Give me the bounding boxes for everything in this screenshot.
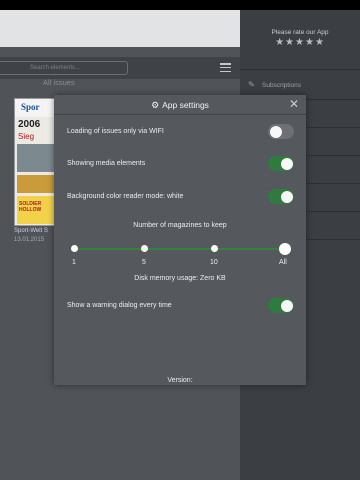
menu-icon[interactable] [220,63,231,73]
cover-photo [17,144,57,172]
slider-track-fill [74,248,286,250]
search-input[interactable]: Search elements… [0,61,128,75]
search-placeholder: Search elements… [30,65,82,71]
slider-label-5: 5 [142,259,146,266]
setting-background-white: Background color reader mode: white [54,187,306,209]
background-white-toggle[interactable] [268,189,294,204]
pencil-icon: ✎ [248,80,255,89]
cover-banner: SOLDIER HOLLOW [17,196,57,224]
close-icon[interactable]: ✕ [289,98,299,110]
version-text: Version: [167,377,193,384]
dialog-title: ⚙ App settings [54,100,306,111]
keep-magazines-slider[interactable] [71,243,291,255]
media-elements-toggle[interactable] [268,156,294,171]
slider-stop-10[interactable] [211,245,218,252]
issue-cover[interactable]: Spor 2006 Sieg SOLDIER HOLLOW [14,98,58,226]
cover-masthead: Spor [21,102,40,112]
setting-label: Show a warning dialog every time [67,302,172,309]
dialog-title-text: App settings [162,100,209,110]
slider-stop-5[interactable] [141,245,148,252]
setting-wifi-only: Loading of issues only via WIFI [54,122,306,144]
rate-app-section[interactable]: Please rate our App ★★★★★ [240,10,360,70]
slider-thumb-all[interactable] [279,243,291,255]
setting-label: Showing media elements [67,160,146,167]
status-bar [0,0,360,10]
rate-app-text: Please rate our App [271,29,329,36]
setting-label: Loading of issues only via WIFI [67,128,164,135]
cover-banner-text: SOLDIER HOLLOW [19,201,42,213]
issue-date: 13.01.2015 [14,237,45,243]
gear-icon: ⚙ [151,100,160,110]
cover-subheadline: Sieg [18,132,35,141]
warning-dialog-toggle[interactable] [268,298,294,313]
slider-label-all: All [279,259,287,266]
keep-magazines-title: Number of magazines to keep [133,222,227,229]
slider-label-1: 1 [72,259,76,266]
sidebar-item-label: Subscriptions [262,82,302,89]
section-title: All issues [43,78,75,87]
toolbar: Search elements… [0,57,240,79]
cover-photo [17,175,57,193]
disk-usage-text: Disk memory usage: Zero KB [134,275,226,282]
issue-title: Sport-Welt S [14,228,48,234]
cover-headline: 2006 [18,119,41,130]
slider-stop-1[interactable] [71,245,78,252]
slider-label-10: 10 [210,259,218,266]
setting-media-elements: Showing media elements [54,154,306,176]
setting-label: Background color reader mode: white [67,193,184,200]
app-settings-dialog: ⚙ App settings ✕ Loading of issues only v… [54,95,306,385]
setting-warning-dialog: Show a warning dialog every time [54,296,306,318]
dialog-header: ⚙ App settings ✕ [54,95,306,115]
wifi-only-toggle[interactable] [268,124,294,139]
rating-stars[interactable]: ★★★★★ [240,37,360,48]
top-bar [0,10,240,47]
